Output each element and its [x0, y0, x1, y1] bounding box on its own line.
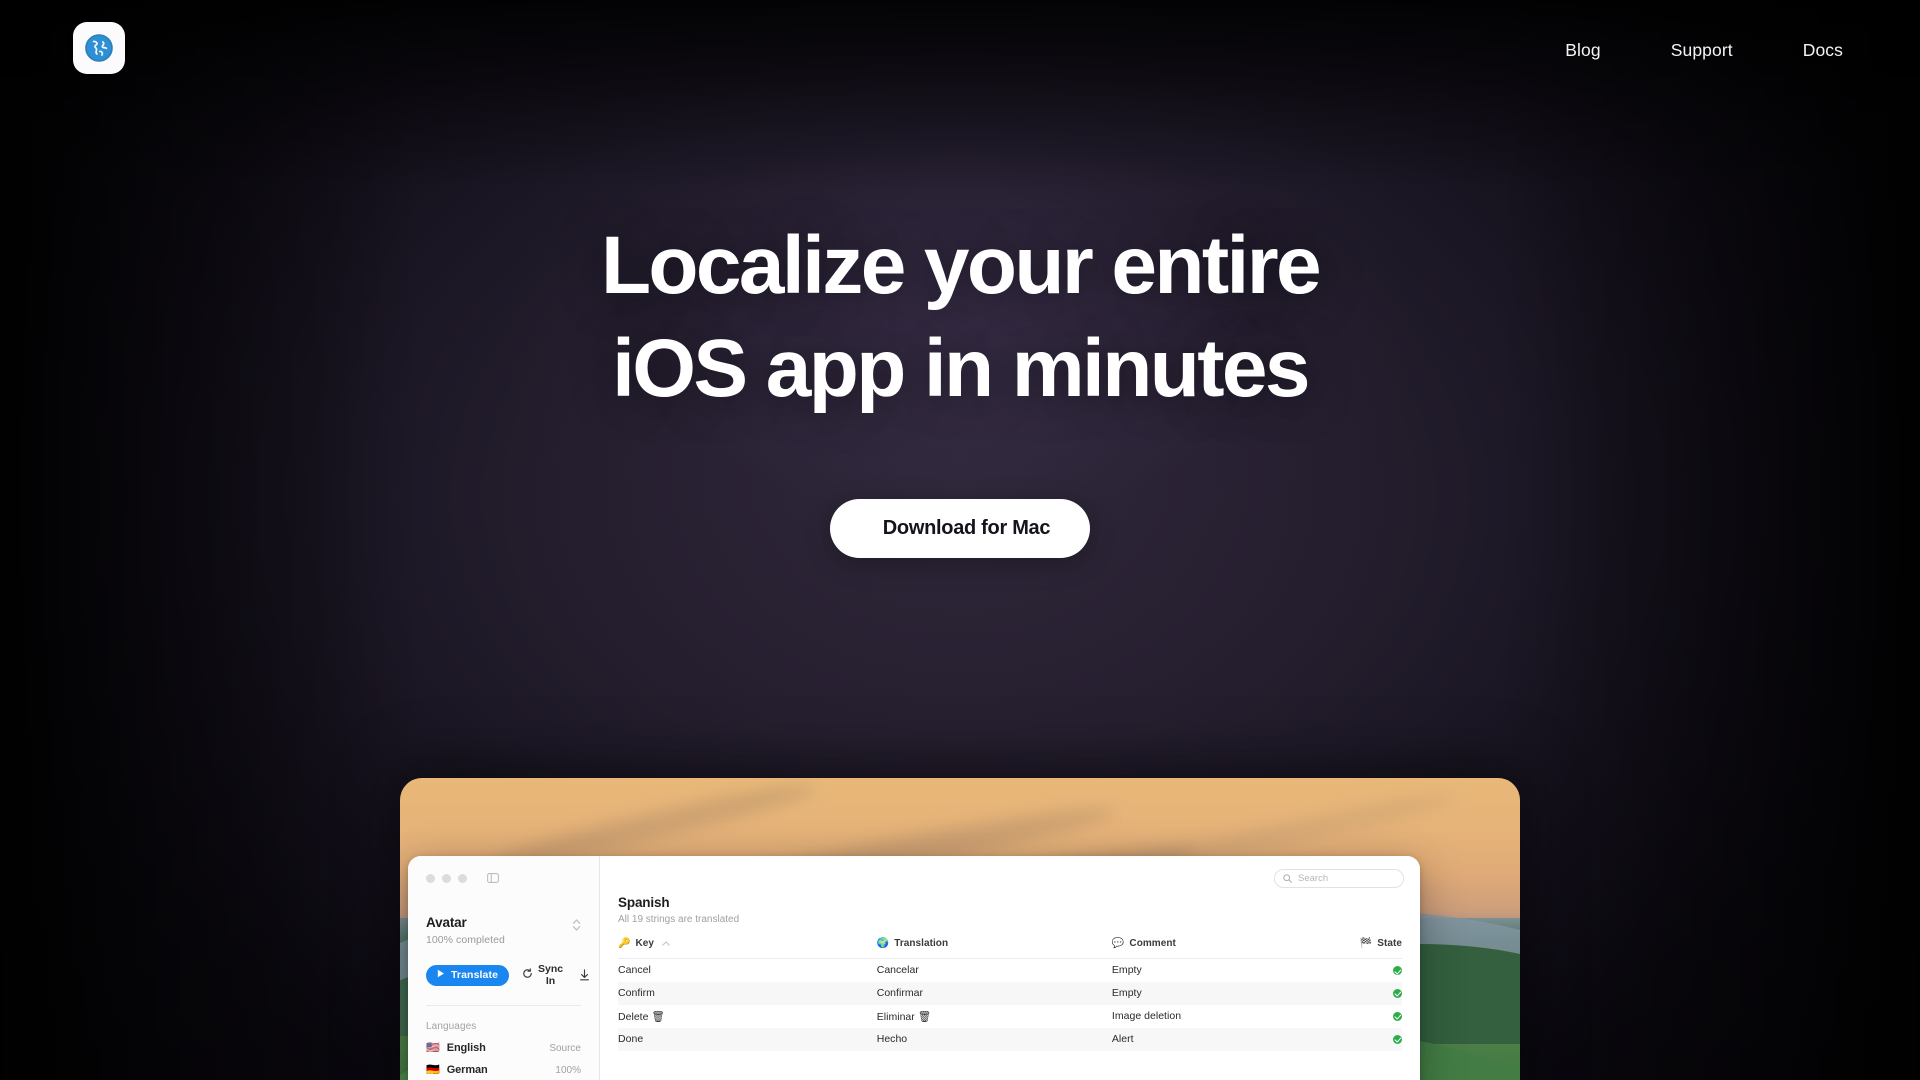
zoom-traffic-light[interactable]	[458, 874, 467, 883]
cell-state	[1339, 959, 1402, 982]
cell-translation[interactable]: Eliminar 🗑	[877, 1005, 1112, 1028]
project-switcher-chevron-icon[interactable]	[572, 918, 581, 937]
page-title: Localize your entire iOS app in minutes	[0, 225, 1920, 411]
language-meta: Source	[549, 1043, 581, 1054]
app-screenshot: Avatar 100% completed Translate Sync In …	[400, 778, 1520, 1080]
site-header: Blog Support Docs	[0, 0, 1920, 100]
cell-key: Cancel	[618, 959, 877, 982]
sidebar-actions: Translate Sync In	[426, 963, 581, 987]
cell-translation[interactable]: Cancelar	[877, 959, 1112, 982]
headline-line-2: iOS app in minutes	[0, 328, 1920, 411]
headline-line-1: Localize your entire	[601, 220, 1319, 311]
table-header-row: 🔑 Key 🌍 Translation 💬 Comment 🏁 State	[618, 938, 1402, 959]
download-button-label: Download for Mac	[883, 517, 1050, 540]
column-label: Comment	[1129, 938, 1175, 949]
main-nav: Blog Support Docs	[1550, 0, 1858, 100]
translation-status: All 19 strings are translated	[618, 914, 1402, 925]
comment-icon: 💬	[1112, 938, 1125, 949]
app-window: Avatar 100% completed Translate Sync In …	[408, 856, 1420, 1080]
language-name: English	[447, 1042, 486, 1054]
languages-section-header: Languages	[426, 1021, 581, 1032]
nav-item-support[interactable]: Support	[1656, 31, 1748, 70]
cell-state	[1339, 1028, 1402, 1051]
column-label: Translation	[894, 938, 948, 949]
table-row[interactable]: Delete 🗑 Eliminar 🗑 Image deletion	[618, 1005, 1402, 1028]
column-label: State	[1377, 938, 1402, 949]
download-icon[interactable]	[579, 969, 590, 981]
column-label: Key	[636, 938, 655, 949]
search-icon	[1283, 870, 1292, 888]
checkered-flag-icon: 🏁	[1360, 938, 1373, 949]
project-progress: 100% completed	[426, 934, 505, 946]
hero-section: Localize your entire iOS app in minutes …	[0, 225, 1920, 558]
cell-key: Done	[618, 1028, 877, 1051]
cell-comment[interactable]: Empty	[1112, 982, 1339, 1005]
flag-us-icon: 🇺🇸	[426, 1043, 440, 1054]
table-row[interactable]: Done Hecho Alert	[618, 1028, 1402, 1051]
translate-button[interactable]: Translate	[426, 965, 509, 986]
cell-comment[interactable]: Alert	[1112, 1028, 1339, 1051]
cell-key: Delete 🗑	[618, 1005, 877, 1028]
flag-de-icon: 🇩🇪	[426, 1065, 440, 1076]
language-name: German	[447, 1064, 488, 1076]
globe-logo-icon[interactable]	[73, 22, 125, 74]
column-header-state[interactable]: 🏁 State	[1339, 938, 1402, 959]
window-traffic-lights	[426, 870, 581, 886]
table-row[interactable]: Confirm Confirmar Empty	[618, 982, 1402, 1005]
app-main-panel: Spanish All 19 strings are translated 🔑 …	[600, 856, 1420, 1080]
column-header-key[interactable]: 🔑 Key	[618, 938, 877, 959]
sidebar-divider	[426, 1005, 581, 1006]
status-badge-translated	[1393, 989, 1402, 998]
globe-icon: 🌍	[877, 938, 890, 949]
cell-comment[interactable]: Empty	[1112, 959, 1339, 982]
strings-table: 🔑 Key 🌍 Translation 💬 Comment 🏁 State Ca…	[618, 938, 1402, 1051]
status-badge-translated	[1393, 1035, 1402, 1044]
language-meta: 100%	[555, 1065, 581, 1076]
key-icon: 🔑	[618, 938, 631, 949]
cell-translation[interactable]: Confirmar	[877, 982, 1112, 1005]
nav-item-blog[interactable]: Blog	[1550, 31, 1615, 70]
status-badge-translated	[1393, 1012, 1402, 1021]
search-input[interactable]	[1298, 873, 1395, 884]
search-field[interactable]	[1274, 869, 1404, 888]
status-badge-translated	[1393, 966, 1402, 975]
cell-comment[interactable]: Image deletion	[1112, 1005, 1339, 1028]
cell-state	[1339, 982, 1402, 1005]
cell-key: Confirm	[618, 982, 877, 1005]
refresh-icon	[522, 968, 533, 982]
sort-ascending-icon	[662, 938, 670, 949]
sync-in-label: Sync In	[538, 963, 563, 987]
nav-item-docs[interactable]: Docs	[1788, 31, 1858, 70]
project-name: Avatar	[426, 915, 505, 930]
close-traffic-light[interactable]	[426, 874, 435, 883]
sync-in-button[interactable]: Sync In	[522, 963, 563, 987]
cell-translation[interactable]: Hecho	[877, 1028, 1112, 1051]
translate-button-label: Translate	[451, 969, 498, 981]
app-sidebar: Avatar 100% completed Translate Sync In …	[408, 856, 600, 1080]
sidebar-toggle-icon[interactable]	[487, 873, 499, 883]
column-header-comment[interactable]: 💬 Comment	[1112, 938, 1339, 959]
project-header: Avatar 100% completed	[426, 915, 581, 946]
minimize-traffic-light[interactable]	[442, 874, 451, 883]
cell-state	[1339, 1005, 1402, 1028]
table-row[interactable]: Cancel Cancelar Empty	[618, 959, 1402, 982]
play-icon	[437, 969, 445, 981]
sidebar-language-english[interactable]: 🇺🇸 English Source	[426, 1042, 581, 1054]
column-header-translation[interactable]: 🌍 Translation	[877, 938, 1112, 959]
sidebar-language-german[interactable]: 🇩🇪 German 100%	[426, 1064, 581, 1076]
download-for-mac-button[interactable]:  Download for Mac	[830, 499, 1090, 558]
landing-page: Blog Support Docs Localize your entire i…	[0, 0, 1920, 1080]
